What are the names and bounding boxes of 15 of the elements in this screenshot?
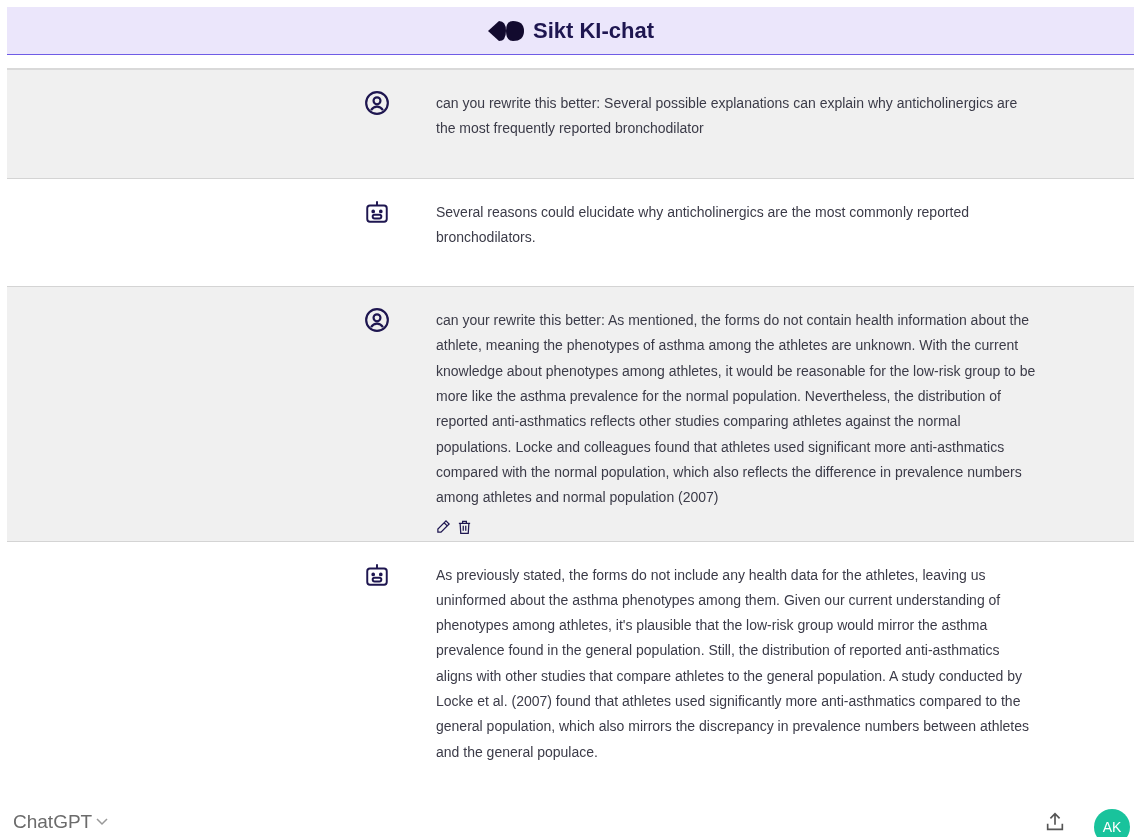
app-title: Sikt KI-chat <box>533 17 654 45</box>
user-icon <box>364 307 390 334</box>
robot-icon <box>364 561 390 588</box>
robot-icon <box>364 198 390 225</box>
user-icon <box>364 90 390 116</box>
message-text: can your rewrite this better: As mentioned, the forms do not contain health information about the athlete, meaning the phenotypes of asthma among the athletes are unknown. With the current knowledge about phenotypes among athletes, it would be reasonable for the low-risk group to be more like the asthma prevalence for the normal population. Nevertheless, the distribution of reported anti-asthmatics reflects other studies comparing athletes against the normal populations. Locke and colleagues found that athletes used significant more anti-asthmatics compared with the normal population, which also reflects the difference in prevalence numbers among athletes and normal population (2007) <box>436 311 1036 508</box>
share-icon[interactable] <box>1044 811 1066 833</box>
message-text: Several reasons could elucidate why anticholinergics are the most commonly reported bronchodilators. <box>436 202 971 247</box>
chevron-down-icon <box>96 818 109 826</box>
message-text: As previously stated, the forms do not include any health data for the athletes, leaving us uninformed about the asthma phenotypes among them. Given our current understanding of phenotypes among athletes, it's plausible that the low-risk group would mirror the asthma prevalence found in the general population. Still, the distribution of reported anti-asthmatics aligns with other studies that compare athletes to the general population. A study conducted by Locke et al. (2007) found that athletes used significantly more anti-asthmatics compared to the general population, which also mirrors the discrepancy in prevalence numbers between athletes and the general populace. <box>436 565 1030 762</box>
message-text: can you rewrite this better: Several possible explanations can explain why anticholinergics are the most frequently reported bronchodilator <box>436 94 1019 139</box>
trash-icon[interactable] <box>457 518 472 535</box>
logo-icon <box>487 19 525 42</box>
model-selector[interactable]: ChatGPT <box>13 807 109 837</box>
pencil-icon[interactable] <box>436 519 451 535</box>
